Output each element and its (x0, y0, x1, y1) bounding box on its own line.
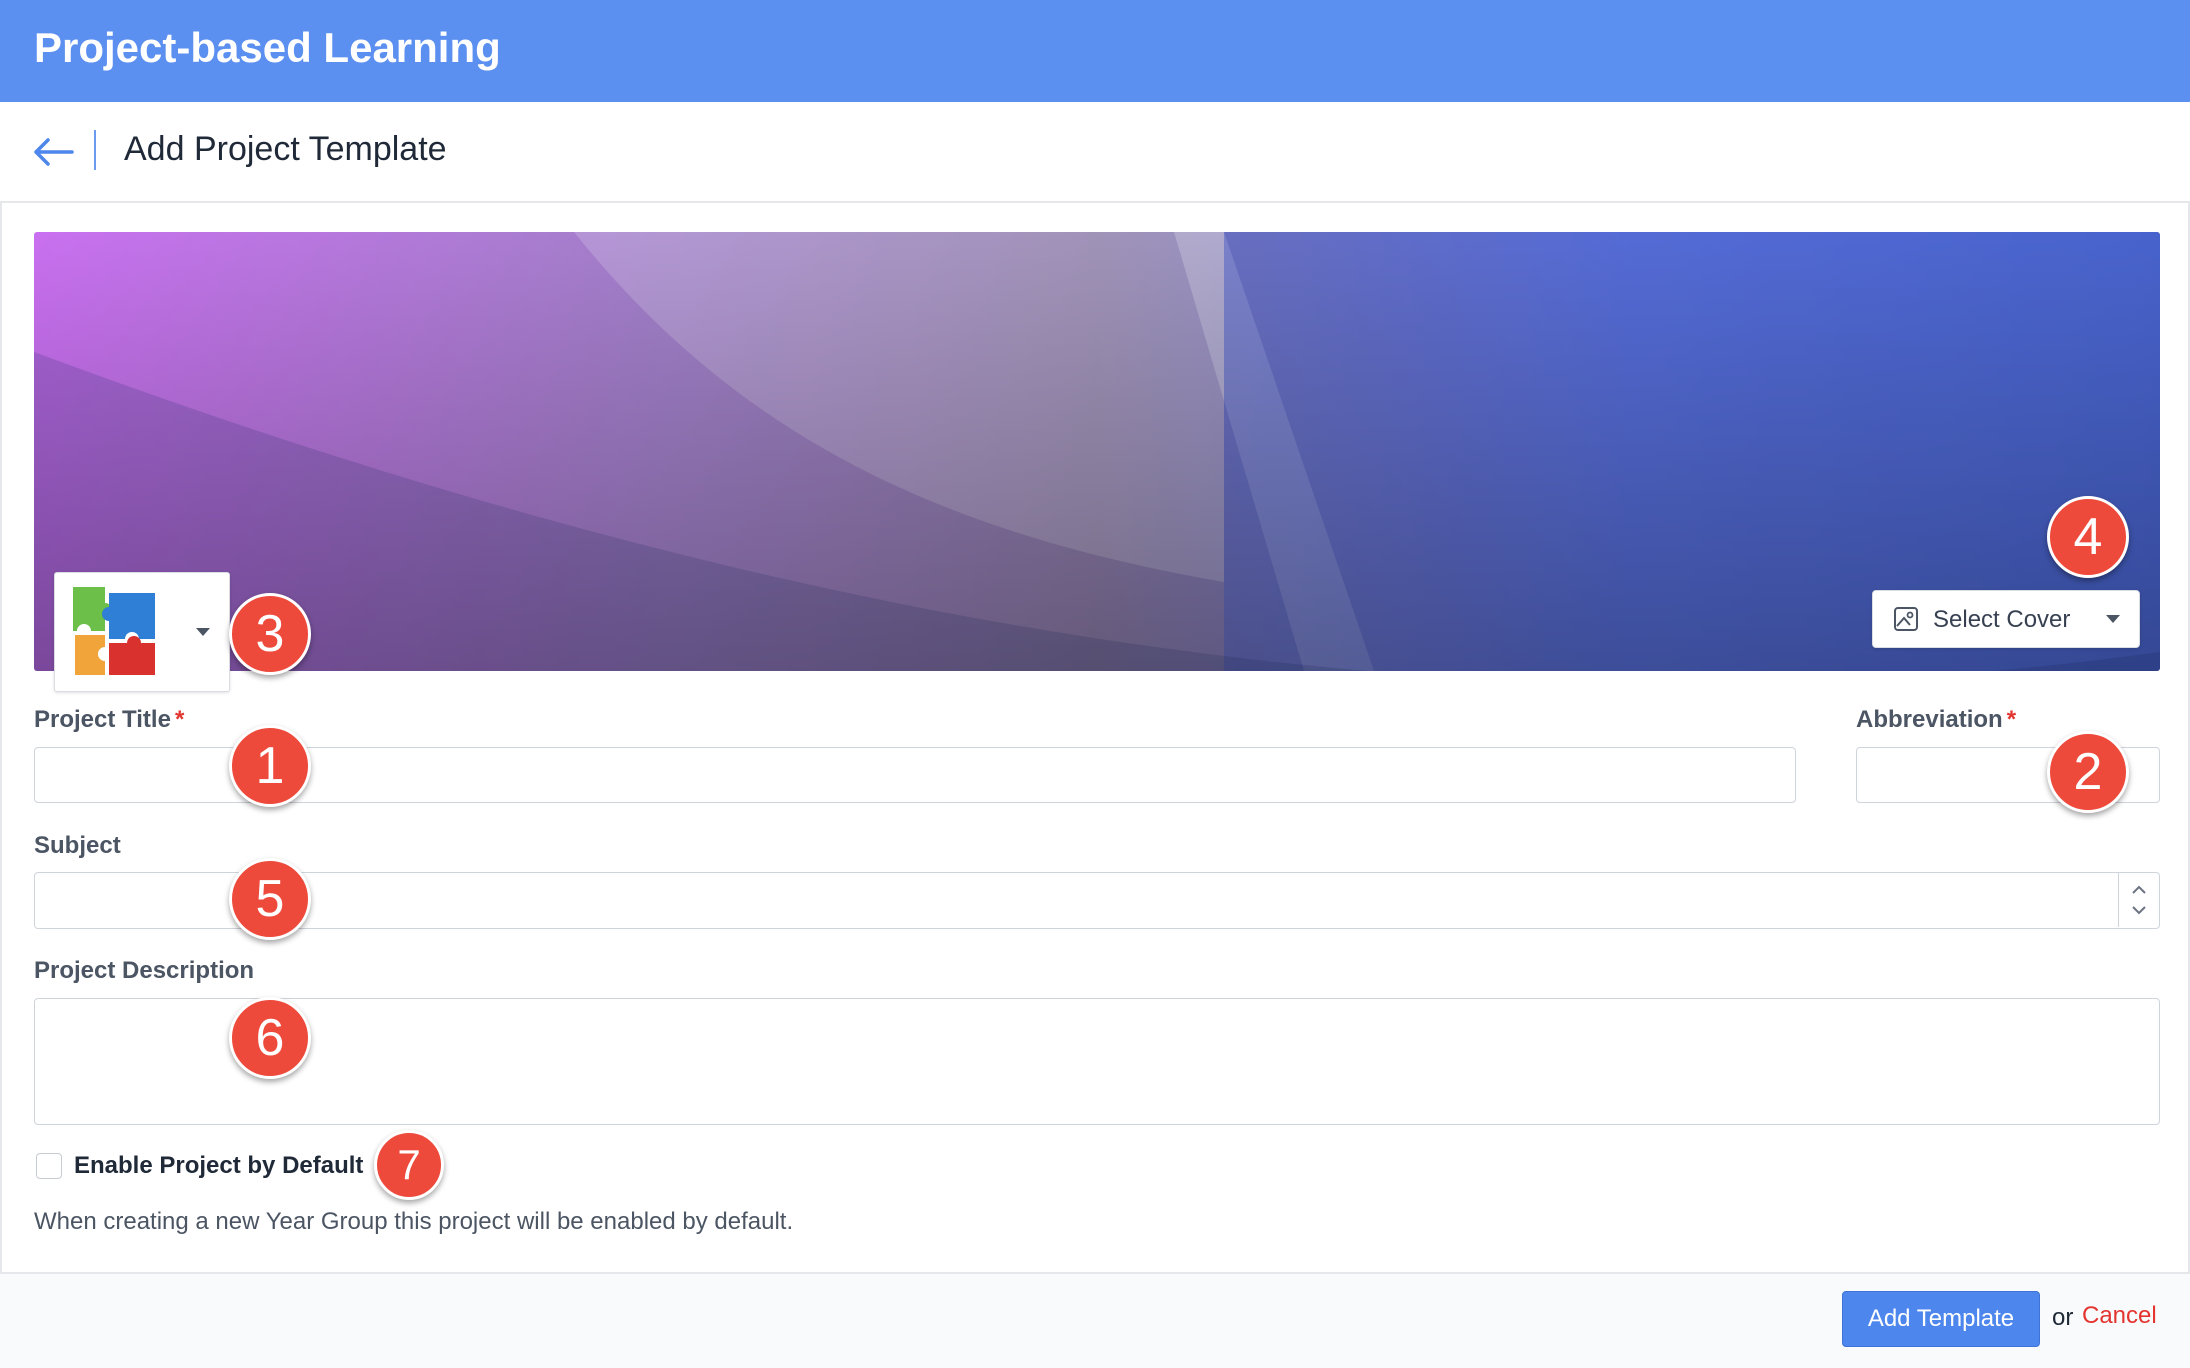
back-button[interactable] (30, 132, 76, 172)
annotation-badge: 2 (2047, 731, 2129, 813)
subject-stepper[interactable] (2118, 873, 2159, 927)
select-cover-label: Select Cover (1933, 606, 2071, 633)
project-title-label: Project Title * (34, 706, 185, 733)
cover-artwork (34, 232, 2160, 671)
required-marker: * (2006, 706, 2017, 733)
annotation-badge: 3 (229, 593, 311, 675)
page-title: Add Project Template (124, 130, 447, 168)
annotation-badge: 1 (229, 725, 311, 807)
cover-image (34, 232, 2160, 671)
annotation-badge: 6 (229, 997, 311, 1079)
select-cover-button[interactable]: Select Cover (1872, 590, 2140, 648)
description-textarea[interactable] (34, 998, 2160, 1125)
stepper-icon (2132, 885, 2146, 915)
enable-default-checkbox[interactable] (36, 1153, 62, 1179)
subject-label: Subject (34, 832, 121, 859)
annotation-badge: 7 (374, 1130, 444, 1200)
enable-default-help: When creating a new Year Group this proj… (34, 1208, 794, 1235)
puzzle-icon (73, 587, 155, 675)
description-label: Project Description (34, 957, 255, 984)
chevron-down-icon (2106, 615, 2120, 623)
back-arrow-icon (34, 138, 74, 166)
image-icon (1894, 607, 1918, 631)
abbreviation-label: Abbreviation * (1856, 706, 2017, 733)
required-marker: * (174, 706, 185, 733)
or-text: or (2052, 1304, 2074, 1331)
cancel-link[interactable]: Cancel (2082, 1302, 2157, 1330)
project-icon-picker[interactable] (54, 572, 230, 692)
chevron-down-icon (196, 628, 210, 636)
app-header: Project-based Learning (0, 0, 2190, 102)
enable-default-label[interactable]: Enable Project by Default (74, 1152, 363, 1180)
add-template-button[interactable]: Add Template (1842, 1291, 2040, 1347)
subheader-divider (94, 130, 96, 170)
annotation-badge: 5 (229, 858, 311, 940)
app-title: Project-based Learning (34, 24, 501, 71)
annotation-badge: 4 (2047, 496, 2129, 578)
subject-select[interactable] (34, 872, 2160, 929)
